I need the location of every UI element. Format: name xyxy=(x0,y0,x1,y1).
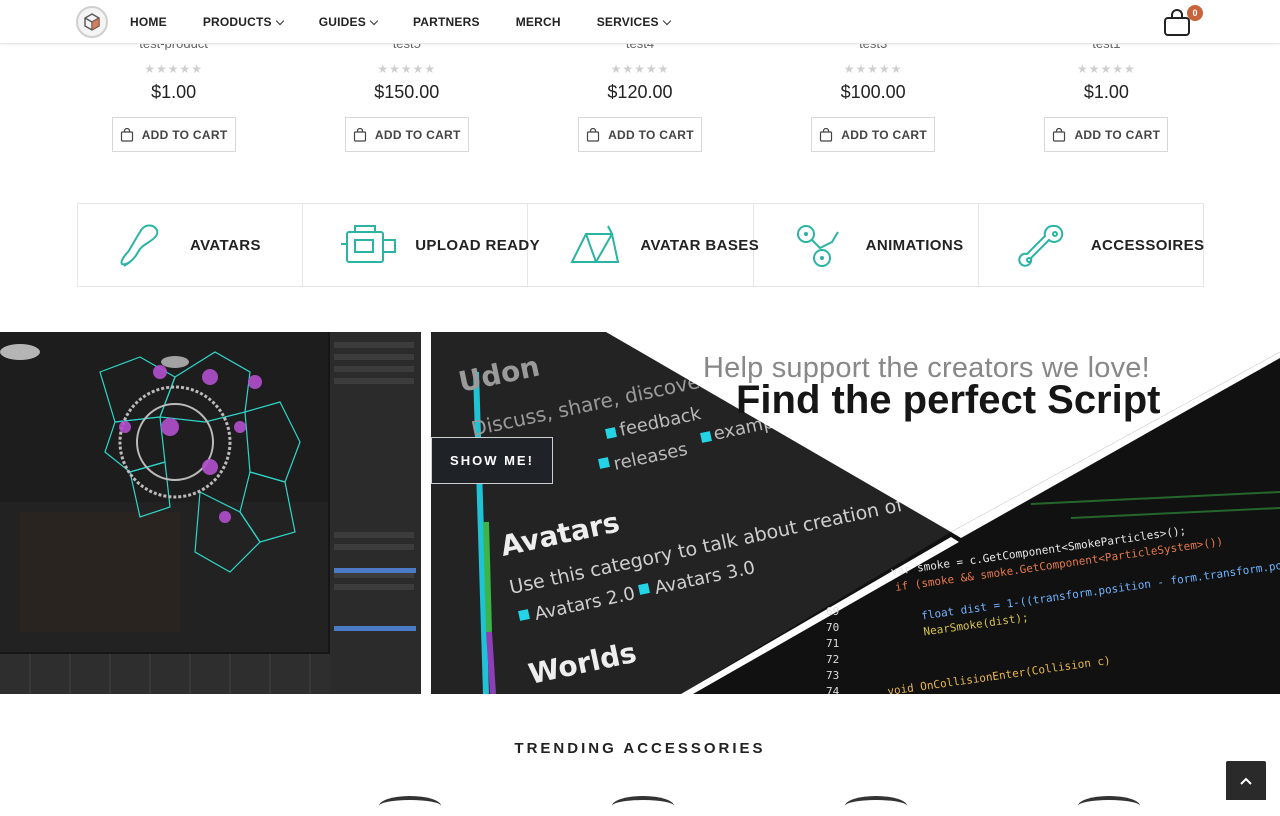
trending-item-thumbnail[interactable] xyxy=(845,796,907,816)
star-rating: ★★★★★ xyxy=(843,62,903,76)
bag-icon xyxy=(1053,127,1066,142)
bag-icon xyxy=(120,127,133,142)
category-avatars[interactable]: AVATARS xyxy=(78,204,304,286)
trending-item-thumbnail[interactable] xyxy=(1078,796,1140,816)
product-card: test5 ★★★★★ $150.00 ADD TO CART xyxy=(290,30,523,170)
category-avatar-bases[interactable]: AVATAR BASES xyxy=(528,204,759,286)
editor-banner[interactable] xyxy=(0,332,421,694)
hero-headline: Find the perfect Script xyxy=(736,378,1161,422)
category-label: AVATAR BASES xyxy=(640,237,760,254)
product-price: $120.00 xyxy=(607,82,673,102)
site-logo[interactable] xyxy=(76,6,108,38)
nav-merch[interactable]: MERCH xyxy=(516,15,561,29)
product-row: test-product ★★★★★ $1.00 ADD TO CART tes… xyxy=(57,30,1223,170)
saddle-icon xyxy=(120,224,159,267)
add-to-cart-label: ADD TO CART xyxy=(841,127,928,142)
cart-count-badge: 0 xyxy=(1187,5,1203,21)
nav-services[interactable]: SERVICES xyxy=(596,15,672,29)
star-rating: ★★★★★ xyxy=(377,62,437,76)
engine-icon xyxy=(341,225,397,263)
category-label: UPLOAD READY xyxy=(415,237,541,254)
product-price: $1.00 xyxy=(151,82,197,102)
bag-icon xyxy=(820,127,833,142)
3d-editor-scene-image xyxy=(0,332,421,694)
scroll-to-top-button[interactable] xyxy=(1226,761,1266,800)
category-bar: AVATARS UPLOAD READY AVATAR BASES ANIMAT… xyxy=(77,203,1204,287)
chevron-down-icon xyxy=(275,16,284,25)
bag-icon xyxy=(353,127,367,142)
star-rating: ★★★★★ xyxy=(610,62,670,76)
derailleur-icon xyxy=(796,225,839,267)
trending-item-thumbnail[interactable] xyxy=(379,796,441,816)
add-to-cart-label: ADD TO CART xyxy=(141,127,228,142)
nav-merch-label: MERCH xyxy=(515,15,561,29)
product-card: test1 ★★★★★ $1.00 ADD TO CART xyxy=(990,30,1223,170)
chevron-down-icon xyxy=(369,16,379,25)
category-accessoires[interactable]: ACCESSOIRES xyxy=(979,204,1205,286)
chevron-down-icon xyxy=(662,16,672,25)
site-header: HOME PRODUCTS GUIDES PARTNERS MERCH SERV… xyxy=(0,0,1280,44)
star-rating: ★★★★★ xyxy=(1076,62,1136,76)
add-to-cart-label: ADD TO CART xyxy=(608,127,694,142)
category-upload-ready[interactable]: UPLOAD READY xyxy=(303,204,540,286)
show-me-button[interactable]: SHOW ME! xyxy=(431,437,553,484)
product-price: $150.00 xyxy=(374,82,440,102)
add-to-cart-button[interactable]: ADD TO CART xyxy=(344,117,469,152)
product-price: $100.00 xyxy=(840,82,906,102)
product-price: $1.00 xyxy=(1083,82,1129,102)
main-nav: HOME PRODUCTS GUIDES PARTNERS MERCH SERV… xyxy=(130,0,706,44)
nav-services-label: SERVICES xyxy=(596,15,659,29)
trending-item-thumbnail[interactable] xyxy=(612,796,674,816)
product-card: test4 ★★★★★ $120.00 ADD TO CART xyxy=(523,30,756,170)
nav-products[interactable]: PRODUCTS xyxy=(202,15,284,29)
add-to-cart-button[interactable]: ADD TO CART xyxy=(577,117,702,152)
chevron-up-icon xyxy=(1240,777,1252,785)
code-line-number: 73 xyxy=(826,669,839,682)
code-line-number: 74 xyxy=(826,685,840,694)
code-line-number: 70 xyxy=(826,621,839,634)
star-rating: ★★★★★ xyxy=(144,62,203,76)
nav-partners-label: PARTNERS xyxy=(412,15,480,29)
cube-logo-icon xyxy=(84,13,100,31)
hero-banner[interactable]: Udon Discuss, share, discover, feedback … xyxy=(431,332,1280,694)
nav-partners[interactable]: PARTNERS xyxy=(413,15,480,29)
add-to-cart-button[interactable]: ADD TO CART xyxy=(1044,117,1169,152)
trending-heading: TRENDING ACCESSORIES xyxy=(514,740,766,757)
nav-home-label: HOME xyxy=(130,15,167,29)
code-line-number: 72 xyxy=(826,653,839,666)
bike-frame-icon xyxy=(570,225,620,263)
category-label: ACCESSOIRES xyxy=(1090,237,1205,254)
wrench-icon xyxy=(1018,224,1063,267)
product-card: test3 ★★★★★ $100.00 ADD TO CART xyxy=(757,30,990,170)
add-to-cart-button[interactable]: ADD TO CART xyxy=(811,117,936,152)
category-label: ANIMATIONS xyxy=(865,237,964,254)
code-line-number: 69 xyxy=(826,605,839,618)
nav-products-label: PRODUCTS xyxy=(202,15,272,29)
code-line-number: 71 xyxy=(826,637,839,650)
add-to-cart-label: ADD TO CART xyxy=(1074,127,1161,142)
add-to-cart-button[interactable]: ADD TO CART xyxy=(111,117,236,152)
product-card: test-product ★★★★★ $1.00 ADD TO CART xyxy=(57,30,290,170)
nav-home[interactable]: HOME xyxy=(130,15,167,29)
category-animations[interactable]: ANIMATIONS xyxy=(754,204,979,286)
category-label: AVATARS xyxy=(190,237,261,254)
nav-guides-label: GUIDES xyxy=(318,15,366,29)
bag-icon xyxy=(586,127,600,142)
nav-guides[interactable]: GUIDES xyxy=(318,15,379,29)
add-to-cart-label: ADD TO CART xyxy=(374,127,461,142)
